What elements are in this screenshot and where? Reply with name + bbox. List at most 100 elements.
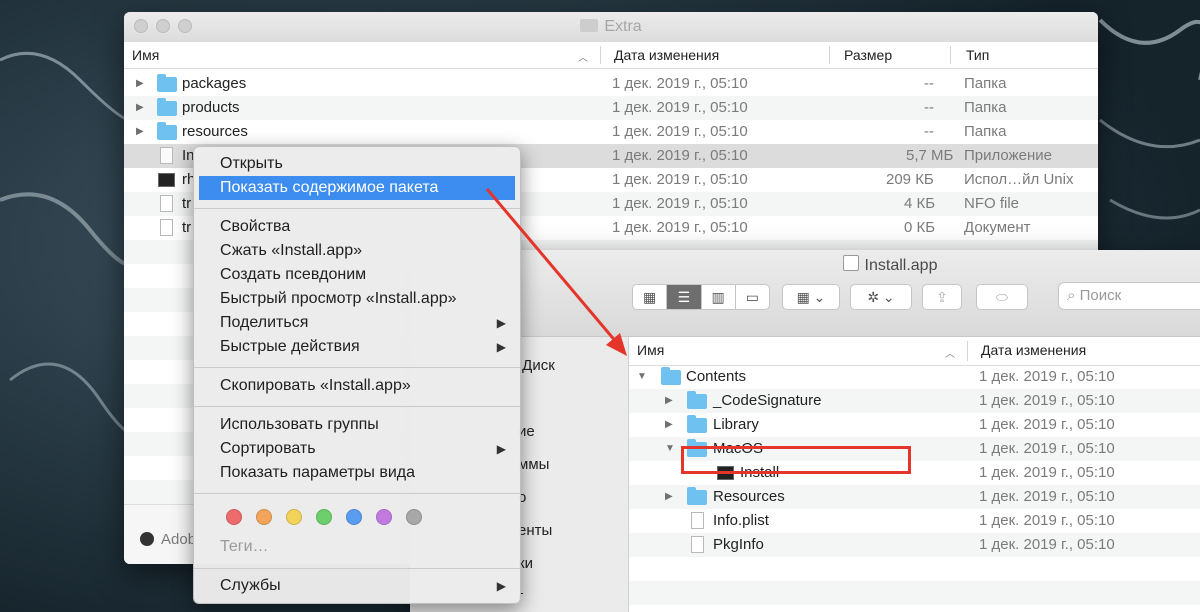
sidebar-item-label[interactable]: енты bbox=[518, 522, 552, 539]
file-size: -- bbox=[924, 75, 934, 92]
file-date: 1 дек. 2019 г., 05:10 bbox=[979, 416, 1115, 433]
share-button[interactable]: ⇪ bbox=[922, 284, 962, 310]
gallery-view-icon[interactable]: ▭ bbox=[736, 285, 769, 309]
col-name[interactable]: Имя bbox=[637, 342, 664, 358]
col-name[interactable]: Имя bbox=[132, 47, 159, 63]
menu-item-copy[interactable]: Скопировать «Install.app» bbox=[194, 374, 520, 398]
file-name: Contents bbox=[686, 368, 747, 385]
menu-item-tags[interactable]: Теги… bbox=[194, 535, 520, 559]
col-date[interactable]: Дата изменения bbox=[981, 342, 1086, 358]
menu-item-show-package-contents[interactable]: Показать содержимое пакета bbox=[199, 176, 515, 200]
tag-color-orange[interactable] bbox=[256, 509, 272, 525]
search-placeholder: Поиск bbox=[1079, 287, 1122, 304]
search-icon: ⌕ bbox=[1067, 287, 1080, 304]
file-date: 1 дек. 2019 г., 05:10 bbox=[612, 123, 748, 140]
file-name: tr bbox=[182, 195, 192, 212]
col-size[interactable]: Размер bbox=[844, 47, 892, 63]
menu-item-view-options[interactable]: Показать параметры вида bbox=[194, 461, 520, 485]
tag-color-gray[interactable] bbox=[406, 509, 422, 525]
path-item[interactable]: Adob bbox=[161, 528, 196, 552]
col-kind[interactable]: Тип bbox=[966, 47, 989, 63]
file-date: 1 дек. 2019 г., 05:10 bbox=[612, 195, 748, 212]
nfo-file-icon bbox=[160, 195, 173, 212]
sidebar-item-label[interactable]: ммы bbox=[518, 456, 549, 473]
tag-button[interactable]: ⬭ bbox=[976, 284, 1028, 310]
menu-item-services[interactable]: Службы ▶ bbox=[194, 574, 520, 598]
tag-color-blue[interactable] bbox=[346, 509, 362, 525]
disclosure-triangle-open-icon[interactable]: ▼ bbox=[637, 365, 647, 389]
file-list: Имя ︿ Дата изменения ▼ Contents 1 дек. 2… bbox=[629, 337, 1200, 612]
disclosure-triangle-icon[interactable]: ▶ bbox=[665, 413, 673, 437]
list-item[interactable]: ▼ Contents 1 дек. 2019 г., 05:10 bbox=[629, 365, 1200, 389]
view-mode-selector[interactable]: ▦ ☰ ▥ ▭ bbox=[632, 284, 770, 310]
share-icon: ⇪ bbox=[936, 289, 948, 305]
menu-item-compress[interactable]: Сжать «Install.app» bbox=[194, 239, 520, 263]
tag-color-yellow[interactable] bbox=[286, 509, 302, 525]
list-item[interactable]: ▶ _CodeSignature 1 дек. 2019 г., 05:10 bbox=[629, 389, 1200, 413]
disclosure-triangle-icon[interactable]: ▶ bbox=[136, 120, 144, 144]
file-date: 1 дек. 2019 г., 05:10 bbox=[979, 536, 1115, 553]
list-item[interactable]: ▶ resources 1 дек. 2019 г., 05:10 -- Пап… bbox=[124, 120, 1098, 144]
file-name: packages bbox=[182, 75, 247, 92]
file-kind: Документ bbox=[964, 219, 1031, 236]
menu-item-share[interactable]: Поделиться ▶ bbox=[194, 311, 520, 335]
file-date: 1 дек. 2019 г., 05:10 bbox=[979, 488, 1115, 505]
list-item[interactable]: Info.plist 1 дек. 2019 г., 05:10 bbox=[629, 509, 1200, 533]
list-item[interactable]: PkgInfo 1 дек. 2019 г., 05:10 bbox=[629, 533, 1200, 557]
file-date: 1 дек. 2019 г., 05:10 bbox=[979, 464, 1115, 481]
disclosure-triangle-icon[interactable]: ▶ bbox=[136, 96, 144, 120]
disclosure-triangle-icon[interactable]: ▶ bbox=[665, 485, 673, 509]
action-button[interactable]: ✲ ⌄ bbox=[850, 284, 912, 310]
sort-chevron-icon[interactable]: ︿ bbox=[945, 345, 955, 360]
tag-color-red[interactable] bbox=[226, 509, 242, 525]
search-field[interactable]: ⌕ Поиск bbox=[1058, 282, 1200, 310]
file-kind: NFO file bbox=[964, 195, 1020, 212]
app-icon bbox=[160, 147, 173, 164]
menu-item-label: Поделиться bbox=[220, 314, 309, 331]
menu-item-use-groups[interactable]: Использовать группы bbox=[194, 413, 520, 437]
file-kind: Папка bbox=[964, 99, 1007, 116]
document-icon bbox=[691, 536, 704, 553]
file-kind: Папка bbox=[964, 123, 1007, 140]
group-button[interactable]: ▦ ⌄ bbox=[782, 284, 840, 310]
list-item[interactable]: ▶ Resources 1 дек. 2019 г., 05:10 bbox=[629, 485, 1200, 509]
file-date: 1 дек. 2019 г., 05:10 bbox=[612, 219, 748, 236]
file-date: 1 дек. 2019 г., 05:10 bbox=[612, 171, 748, 188]
folder-icon bbox=[687, 415, 707, 433]
list-view-icon[interactable]: ☰ bbox=[667, 285, 702, 309]
menu-item-quick-actions[interactable]: Быстрые действия ▶ bbox=[194, 335, 520, 359]
col-date[interactable]: Дата изменения bbox=[614, 47, 719, 63]
column-view-icon[interactable]: ▥ bbox=[702, 285, 736, 309]
disclosure-triangle-open-icon[interactable]: ▼ bbox=[665, 437, 675, 461]
tag-color-purple[interactable] bbox=[376, 509, 392, 525]
menu-item-make-alias[interactable]: Создать псевдоним bbox=[194, 263, 520, 287]
file-date: 1 дек. 2019 г., 05:10 bbox=[979, 440, 1115, 457]
submenu-arrow-icon: ▶ bbox=[496, 316, 506, 330]
file-name: Info.plist bbox=[713, 512, 769, 529]
submenu-arrow-icon: ▶ bbox=[496, 340, 506, 354]
sort-chevron-icon[interactable]: ︿ bbox=[578, 49, 588, 64]
file-name: Resources bbox=[713, 488, 785, 505]
sidebar-item-label[interactable]: .Диск bbox=[518, 357, 555, 374]
menu-item-label: Быстрые действия bbox=[220, 338, 360, 355]
icon-view-icon[interactable]: ▦ bbox=[633, 285, 668, 309]
list-item[interactable]: ▶ products 1 дек. 2019 г., 05:10 -- Папк… bbox=[124, 96, 1098, 120]
file-size: -- bbox=[924, 123, 934, 140]
menu-item-quick-look[interactable]: Быстрый просмотр «Install.app» bbox=[194, 287, 520, 311]
menu-item-label: Сортировать bbox=[220, 440, 316, 457]
context-menu: Открыть Показать содержимое пакета Свойс… bbox=[193, 146, 521, 604]
list-item[interactable]: ▶ packages 1 дек. 2019 г., 05:10 -- Папк… bbox=[124, 72, 1098, 96]
disclosure-triangle-icon[interactable]: ▶ bbox=[665, 389, 673, 413]
file-date: 1 дек. 2019 г., 05:10 bbox=[979, 392, 1115, 409]
disclosure-triangle-icon[interactable]: ▶ bbox=[136, 72, 144, 96]
plist-file-icon bbox=[691, 512, 704, 529]
app-icon bbox=[842, 255, 859, 271]
list-item[interactable]: ▶ Library 1 дек. 2019 г., 05:10 bbox=[629, 413, 1200, 437]
menu-item-open[interactable]: Открыть bbox=[194, 152, 520, 176]
title-bar: Install.app ▦ ☰ ▥ ▭ ▦ ⌄ ✲ ⌄ ⇪ ⬭ ⌕ Поиск bbox=[410, 250, 1200, 337]
tag-color-green[interactable] bbox=[316, 509, 332, 525]
empty-row bbox=[629, 557, 1200, 581]
file-name: products bbox=[182, 99, 240, 116]
menu-item-get-info[interactable]: Свойства bbox=[194, 215, 520, 239]
menu-item-sort-by[interactable]: Сортировать ▶ bbox=[194, 437, 520, 461]
